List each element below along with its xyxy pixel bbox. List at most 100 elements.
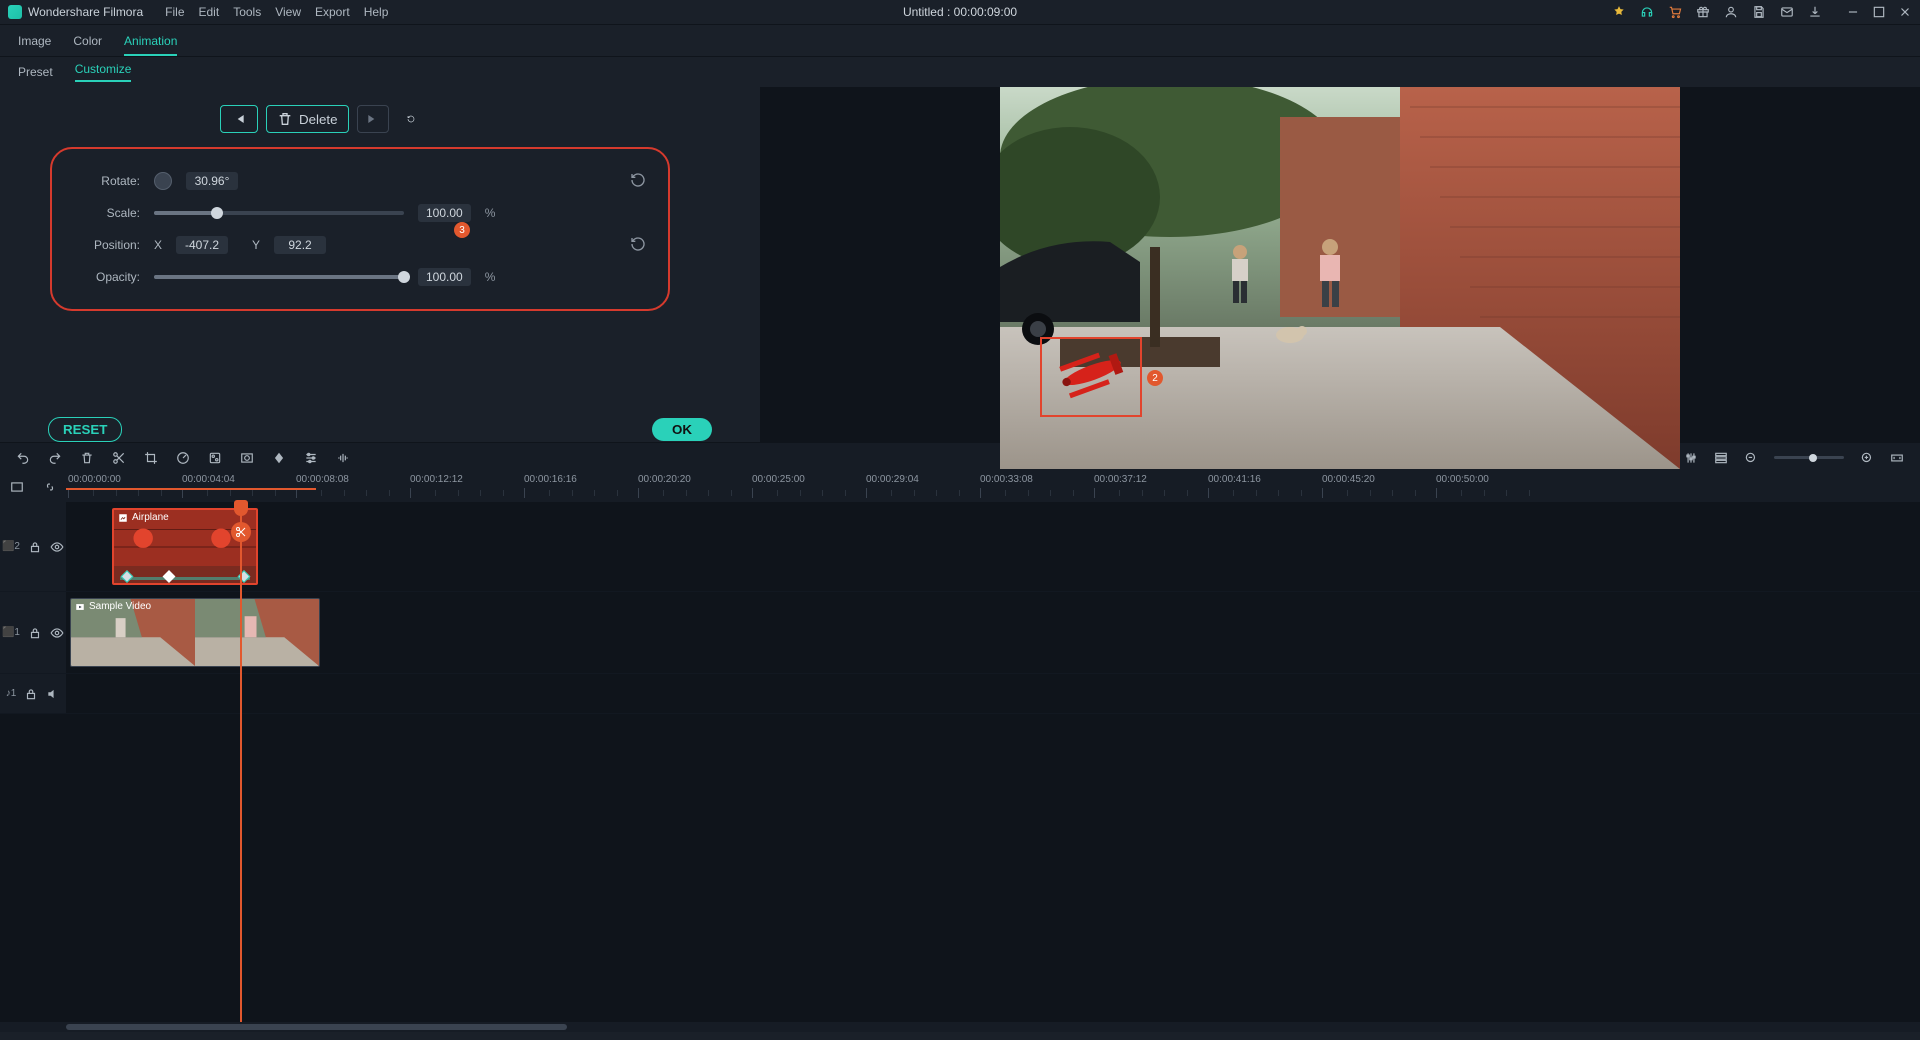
menu-tools[interactable]: Tools xyxy=(233,5,261,19)
adjust-icon[interactable] xyxy=(304,451,318,465)
audio-1-label: ♪1 xyxy=(6,688,17,699)
clip-airplane[interactable]: 1 Airplane xyxy=(112,508,258,585)
ruler-label: 00:00:20:20 xyxy=(638,474,691,485)
ruler-label: 00:00:29:04 xyxy=(866,474,919,485)
speed-icon[interactable] xyxy=(176,451,190,465)
pos-x-value[interactable]: -407.2 xyxy=(176,236,228,254)
track-1-lock-icon[interactable] xyxy=(28,626,42,640)
selection-box[interactable] xyxy=(1040,337,1142,417)
scale-value[interactable]: 100.00 xyxy=(418,204,471,222)
menu-view[interactable]: View xyxy=(275,5,301,19)
ruler-label: 00:00:12:12 xyxy=(410,474,463,485)
save-icon[interactable] xyxy=(1752,5,1766,19)
app-title: Wondershare Filmora xyxy=(28,5,143,19)
zoom-fit-icon[interactable] xyxy=(1890,451,1904,465)
mixer-icon[interactable] xyxy=(1684,451,1698,465)
playhead[interactable] xyxy=(240,502,242,1022)
position-reset-icon[interactable] xyxy=(630,236,646,255)
tab-image[interactable]: Image xyxy=(18,34,51,48)
ok-button[interactable]: OK xyxy=(652,418,712,441)
scale-label: Scale: xyxy=(74,206,140,220)
ruler-label: 00:00:00:00 xyxy=(68,474,121,485)
ruler-label: 00:00:16:16 xyxy=(524,474,577,485)
pos-x-label: X xyxy=(154,238,162,252)
tab-color[interactable]: Color xyxy=(73,34,102,48)
callout-2: 2 xyxy=(1147,370,1163,386)
pos-y-value[interactable]: 92.2 xyxy=(274,236,326,254)
prev-keyframe-button[interactable] xyxy=(220,105,258,133)
greenscreen-icon[interactable] xyxy=(240,451,254,465)
track-1-visibility-icon[interactable] xyxy=(50,626,64,640)
menu-edit[interactable]: Edit xyxy=(199,5,220,19)
window-maximize-icon[interactable] xyxy=(1872,5,1886,19)
rotate-value[interactable]: 30.96° xyxy=(186,172,238,190)
ruler-label: 00:00:25:00 xyxy=(752,474,805,485)
rotate-label: Rotate: xyxy=(74,174,140,188)
rotate-knob[interactable] xyxy=(154,172,172,190)
crop-icon[interactable] xyxy=(144,451,158,465)
menu-export[interactable]: Export xyxy=(315,5,350,19)
callout-3: 3 xyxy=(454,222,470,238)
ruler-label: 00:00:41:16 xyxy=(1208,474,1261,485)
opacity-label: Opacity: xyxy=(74,270,140,284)
menu-file[interactable]: File xyxy=(165,5,184,19)
gift-icon[interactable] xyxy=(1696,5,1710,19)
track-manager-icon[interactable] xyxy=(1714,451,1728,465)
audio-1-lock-icon[interactable] xyxy=(24,687,38,701)
zoom-out-icon[interactable] xyxy=(1744,451,1758,465)
ruler-snap-icon[interactable] xyxy=(10,480,24,494)
opacity-value[interactable]: 100.00 xyxy=(418,268,471,286)
timeline-ruler[interactable]: 00:00:00:0000:00:04:0400:00:08:0800:00:1… xyxy=(66,472,1920,502)
color-icon[interactable] xyxy=(208,451,222,465)
rotate-reset-icon[interactable] xyxy=(630,172,646,191)
download-icon[interactable] xyxy=(1808,5,1822,19)
message-icon[interactable] xyxy=(1780,5,1794,19)
support-icon[interactable] xyxy=(1640,5,1654,19)
cart-icon[interactable] xyxy=(1668,5,1682,19)
window-minimize-icon[interactable] xyxy=(1846,5,1860,19)
delete-keyframe-button[interactable]: Delete xyxy=(266,105,349,133)
playhead-split-icon[interactable] xyxy=(231,522,251,542)
ruler-label: 00:00:45:20 xyxy=(1322,474,1375,485)
ruler-label: 00:00:04:04 xyxy=(182,474,235,485)
keyframe-icon[interactable] xyxy=(272,451,286,465)
reset-button[interactable]: RESET xyxy=(48,417,122,442)
pos-y-label: Y xyxy=(252,238,260,252)
document-title: Untitled : 00:00:09:00 xyxy=(903,5,1017,19)
reset-keyframes-button[interactable] xyxy=(397,105,425,133)
app-logo xyxy=(8,5,22,19)
undo-icon[interactable] xyxy=(16,451,30,465)
audio-wave-icon[interactable] xyxy=(336,451,350,465)
ruler-link-icon[interactable] xyxy=(43,480,57,494)
ruler-label: 00:00:50:00 xyxy=(1436,474,1489,485)
transform-panel: Rotate: 30.96° Scale: 100.00 % Position:… xyxy=(50,147,670,311)
zoom-slider[interactable] xyxy=(1774,456,1844,459)
audio-1-mute-icon[interactable] xyxy=(46,687,60,701)
opacity-slider[interactable] xyxy=(154,275,404,279)
redo-icon[interactable] xyxy=(48,451,62,465)
split-icon[interactable] xyxy=(112,451,126,465)
ruler-label: 00:00:37:12 xyxy=(1094,474,1147,485)
crown-icon[interactable] xyxy=(1612,5,1626,19)
next-keyframe-button[interactable] xyxy=(357,105,389,133)
track-2-lock-icon[interactable] xyxy=(28,540,42,554)
scale-slider[interactable] xyxy=(154,211,404,215)
window-close-icon[interactable] xyxy=(1898,5,1912,19)
account-icon[interactable] xyxy=(1724,5,1738,19)
track-2-label: ⬛2 xyxy=(2,541,20,552)
track-1-label: ⬛1 xyxy=(2,627,20,638)
subtab-customize[interactable]: Customize xyxy=(75,62,132,82)
clip-sample-video[interactable]: Sample Video xyxy=(70,598,320,667)
track-2-visibility-icon[interactable] xyxy=(50,540,64,554)
timeline-hscroll[interactable] xyxy=(0,1022,1920,1032)
tab-animation[interactable]: Animation xyxy=(124,34,177,56)
opacity-unit: % xyxy=(485,270,496,284)
zoom-in-icon[interactable] xyxy=(1860,451,1874,465)
scale-unit: % xyxy=(485,206,496,220)
position-label: Position: xyxy=(74,238,140,252)
menu-help[interactable]: Help xyxy=(364,5,389,19)
subtab-preset[interactable]: Preset xyxy=(18,65,53,79)
ruler-label: 00:00:33:08 xyxy=(980,474,1033,485)
preview-viewport[interactable]: 2 xyxy=(1000,87,1680,469)
delete-icon[interactable] xyxy=(80,451,94,465)
